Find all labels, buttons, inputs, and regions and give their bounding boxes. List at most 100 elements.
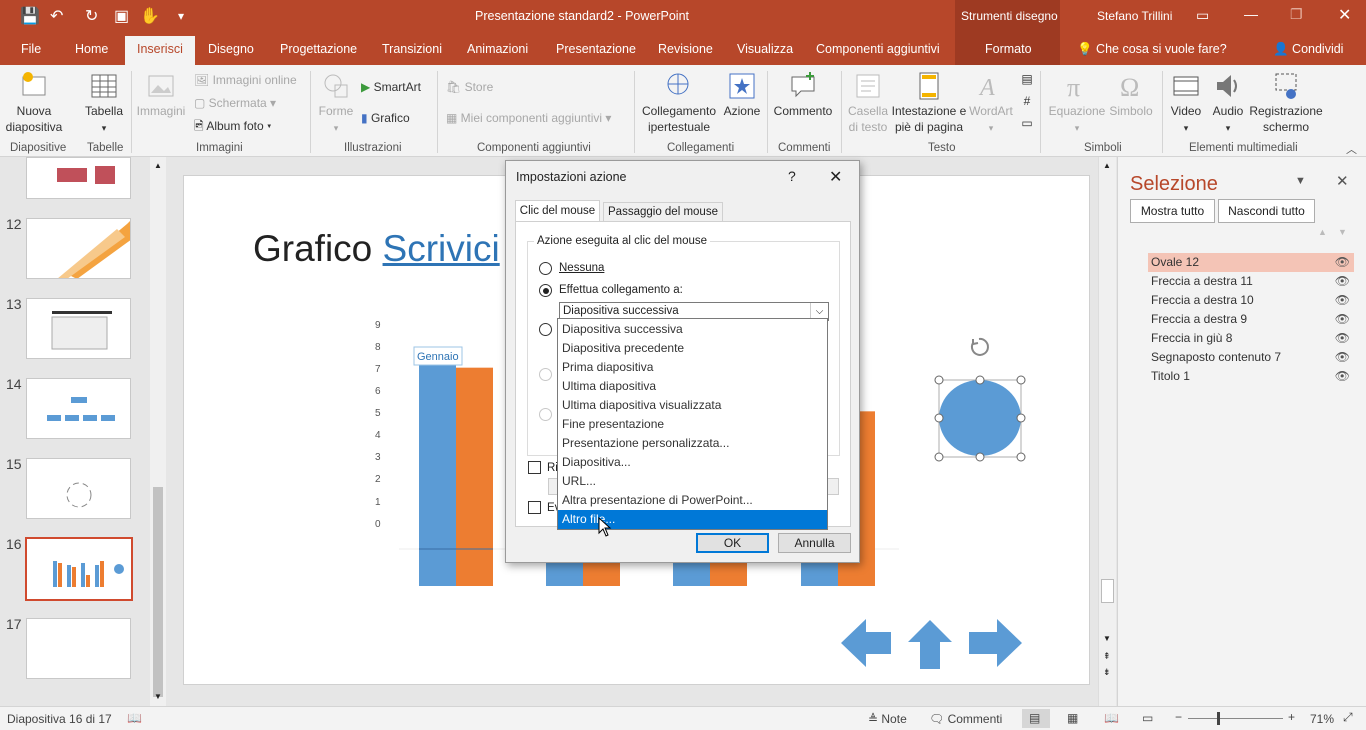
radio-hyperlink-label[interactable]: Effettua collegamento a:: [559, 284, 683, 296]
oval-shape[interactable]: [929, 331, 1029, 471]
scrollbar-thumb[interactable]: [153, 487, 163, 697]
eye-icon[interactable]: 👁: [1335, 367, 1350, 386]
eye-icon[interactable]: 👁: [1335, 272, 1350, 291]
my-addins-button[interactable]: ▦ Miei componenti aggiuntivi ▾: [446, 110, 611, 126]
ribbon-display-icon[interactable]: ▭: [1196, 7, 1209, 24]
radio-run-macro[interactable]: [539, 368, 552, 381]
dropdown-option[interactable]: Prima diapositiva: [558, 358, 827, 377]
close-icon[interactable]: ✕: [1338, 5, 1351, 25]
slide-thumbnail-selected[interactable]: [25, 537, 133, 601]
action-button[interactable]: Azione: [722, 71, 762, 119]
eye-icon[interactable]: 👁: [1335, 291, 1350, 310]
show-all-button[interactable]: Mostra tutto: [1130, 199, 1215, 223]
tab-review[interactable]: Revisione: [658, 42, 713, 56]
chart-bar[interactable]: [583, 561, 620, 586]
wordart-button[interactable]: A WordArt ▾: [967, 71, 1015, 136]
dialog-close-icon[interactable]: ✕: [829, 167, 842, 187]
eye-icon[interactable]: 👁: [1335, 253, 1350, 272]
share-button[interactable]: 👤 Condividi: [1273, 42, 1343, 57]
eye-icon[interactable]: 👁: [1335, 329, 1350, 348]
chart-bar[interactable]: [419, 356, 456, 586]
scroll-up-icon[interactable]: ▲: [154, 161, 162, 170]
selection-item[interactable]: Titolo 1 👁: [1148, 367, 1354, 386]
right-arrow-icon[interactable]: [969, 619, 1022, 667]
radio-none[interactable]: [539, 262, 552, 275]
chart-bar[interactable]: [546, 561, 583, 586]
presenter-icon[interactable]: ▣: [114, 6, 129, 26]
left-arrow-icon[interactable]: [841, 619, 891, 667]
zoom-slider-thumb[interactable]: [1217, 712, 1220, 725]
screen-recording-button[interactable]: Registrazione schermo: [1248, 71, 1324, 135]
user-name[interactable]: Stefano Trillini: [1097, 9, 1172, 23]
radio-object-action[interactable]: [539, 408, 552, 421]
chart-bar[interactable]: [801, 561, 838, 586]
cancel-button[interactable]: Annulla: [778, 533, 851, 553]
radio-run-program[interactable]: [539, 323, 552, 336]
symbol-button[interactable]: Ω Simbolo: [1106, 71, 1156, 119]
notes-button[interactable]: ≜ Note: [868, 712, 907, 726]
online-images-button[interactable]: 🖼 Immagini online: [194, 72, 297, 88]
dropdown-option[interactable]: Diapositiva...: [558, 453, 827, 472]
eye-icon[interactable]: 👁: [1335, 310, 1350, 329]
collapse-ribbon-icon[interactable]: ︿: [1346, 141, 1357, 157]
selection-item[interactable]: Freccia a destra 9 👁: [1148, 310, 1354, 329]
chart-bar[interactable]: [710, 561, 747, 586]
dropdown-option[interactable]: Fine presentazione: [558, 415, 827, 434]
tab-addins[interactable]: Componenti aggiuntivi: [816, 42, 940, 56]
scrollbar-thumb[interactable]: [1101, 579, 1114, 603]
tab-slideshow[interactable]: Presentazione: [556, 42, 636, 56]
eye-icon[interactable]: 👁: [1335, 348, 1350, 367]
slide-thumbnail[interactable]: [26, 298, 131, 359]
tab-insert[interactable]: Inserisci: [125, 36, 195, 65]
undo-icon[interactable]: ↶: [50, 6, 63, 26]
dropdown-option[interactable]: Presentazione personalizzata...: [558, 434, 827, 453]
selection-item[interactable]: Freccia a destra 11 👁: [1148, 272, 1354, 291]
customize-qat-icon[interactable]: ▾: [178, 9, 184, 23]
pane-options-icon[interactable]: ▼: [1295, 175, 1306, 187]
smartart-button[interactable]: ▶ SmartArt: [361, 79, 421, 95]
highlight-click-checkbox[interactable]: [528, 501, 541, 514]
slide-sorter-icon[interactable]: ▦: [1067, 711, 1078, 725]
bring-forward-icon[interactable]: ▲: [1318, 227, 1327, 237]
textbox-button[interactable]: Casella di testo: [845, 71, 891, 135]
zoom-out-icon[interactable]: −: [1175, 710, 1182, 724]
table-button[interactable]: Tabella ▾: [82, 71, 126, 136]
selection-item[interactable]: Ovale 12 👁: [1148, 253, 1354, 272]
tab-file[interactable]: File: [21, 42, 41, 56]
selection-item[interactable]: Freccia a destra 10 👁: [1148, 291, 1354, 310]
audio-button[interactable]: Audio ▾: [1208, 71, 1248, 136]
reading-view-icon[interactable]: 📖: [1104, 711, 1119, 725]
spellcheck-icon[interactable]: 📖: [127, 711, 142, 725]
next-slide-icon[interactable]: ⇟: [1103, 667, 1111, 678]
tab-format[interactable]: Formato: [985, 42, 1032, 56]
selection-item[interactable]: Segnaposto contenuto 7 👁: [1148, 348, 1354, 367]
arrow-shapes[interactable]: [839, 616, 1024, 671]
images-button[interactable]: Immagini: [134, 71, 188, 119]
save-icon[interactable]: 💾: [20, 6, 40, 26]
slide-number-button[interactable]: #: [1019, 93, 1035, 109]
zoom-level[interactable]: 71%: [1310, 712, 1334, 726]
dropdown-option[interactable]: Ultima diapositiva: [558, 377, 827, 396]
rotate-handle-icon[interactable]: [970, 337, 989, 356]
comments-button[interactable]: 🗨 Commenti: [929, 712, 1002, 726]
fit-to-window-icon[interactable]: ⤢: [1343, 710, 1353, 725]
slideshow-icon[interactable]: ▭: [1142, 711, 1153, 725]
help-button[interactable]: ?: [788, 168, 796, 184]
hide-all-button[interactable]: Nascondi tutto: [1218, 199, 1315, 223]
dropdown-option[interactable]: Diapositiva precedente: [558, 339, 827, 358]
chart-button[interactable]: ▮ Grafico: [361, 110, 410, 126]
hyperlink-button[interactable]: Collegamento ipertestuale: [637, 71, 721, 135]
comment-button[interactable]: Commento: [771, 71, 835, 119]
slide-thumbnail[interactable]: [26, 157, 131, 199]
tell-me-search[interactable]: 💡 Che cosa si vuole fare?: [1077, 42, 1227, 57]
minimize-icon[interactable]: —: [1244, 6, 1258, 22]
slide-thumbnail[interactable]: [26, 378, 131, 439]
screenshot-button[interactable]: ▢ Schermata ▾: [194, 95, 276, 111]
radio-hyperlink[interactable]: [539, 284, 552, 297]
tab-mouse-click[interactable]: Clic del mouse: [515, 200, 600, 222]
radio-none-label[interactable]: Nessuna: [559, 262, 604, 274]
tab-view[interactable]: Visualizza: [737, 42, 793, 56]
object-button[interactable]: ▭: [1019, 115, 1035, 131]
zoom-in-icon[interactable]: +: [1288, 710, 1295, 724]
redo-icon[interactable]: ↻: [85, 6, 98, 26]
